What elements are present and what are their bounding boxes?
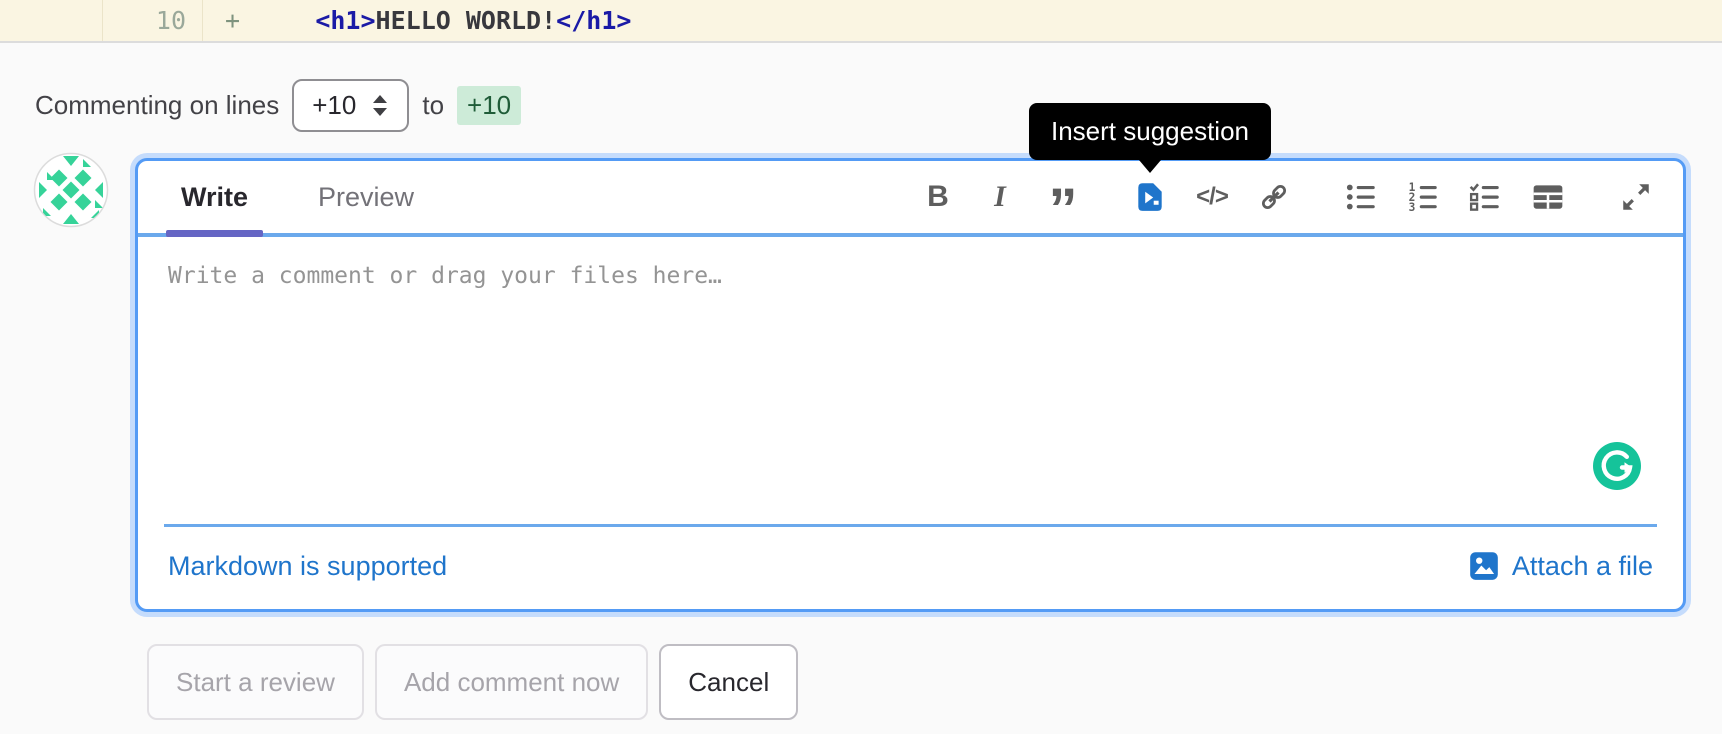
bold-button[interactable]: B bbox=[919, 178, 957, 216]
tab-preview-label: Preview bbox=[318, 181, 415, 212]
fullscreen-icon bbox=[1623, 184, 1649, 210]
new-line-number[interactable]: 10 bbox=[103, 0, 203, 41]
comment-actions: Start a review Add comment now Cancel bbox=[147, 644, 1722, 720]
tab-write[interactable]: Write bbox=[166, 161, 264, 237]
commenting-label: Commenting on lines bbox=[35, 90, 280, 120]
quote-button[interactable]: ” bbox=[1043, 177, 1081, 242]
comment-form-section: Commenting on lines +10 to +10 Write Pre… bbox=[0, 43, 1722, 734]
editor-tabs: Write Preview bbox=[166, 161, 429, 237]
task-list-button[interactable] bbox=[1467, 178, 1505, 216]
select-caret-icon bbox=[373, 95, 388, 116]
start-line-select[interactable]: +10 bbox=[292, 79, 410, 132]
table-button[interactable] bbox=[1529, 178, 1567, 216]
bulleted-list-button[interactable] bbox=[1343, 178, 1381, 216]
link-button[interactable] bbox=[1255, 178, 1293, 216]
comment-editor-row: Write Preview B I ” Insert suggestion </… bbox=[0, 103, 1722, 612]
attach-file-button[interactable]: Attach a file bbox=[1467, 549, 1653, 583]
svg-text:3: 3 bbox=[1409, 201, 1416, 214]
cancel-button[interactable]: Cancel bbox=[659, 644, 799, 720]
editor-body bbox=[138, 237, 1683, 524]
code-text: HELLO WORLD! bbox=[375, 6, 557, 35]
fullscreen-button[interactable] bbox=[1617, 178, 1655, 216]
bold-icon: B bbox=[927, 180, 949, 213]
editor-footer: Markdown is supported Attach a file bbox=[138, 527, 1683, 609]
link-icon bbox=[1261, 184, 1287, 210]
user-avatar bbox=[33, 152, 109, 228]
tooltip-arrow-icon bbox=[1138, 160, 1161, 173]
formatting-toolbar: B I ” Insert suggestion </> 1 2 3 bbox=[919, 103, 1655, 242]
task-list-icon bbox=[1469, 183, 1499, 211]
comment-editor: Write Preview B I ” Insert suggestion </… bbox=[135, 103, 1686, 612]
tooltip: Insert suggestion bbox=[1028, 103, 1272, 173]
code-open-tag: <h1> bbox=[315, 6, 376, 35]
italic-button[interactable]: I bbox=[981, 178, 1019, 216]
attach-file-label: Attach a file bbox=[1511, 550, 1653, 581]
diff-add-marker: + bbox=[225, 6, 241, 35]
code-close-tag: </h1> bbox=[556, 6, 632, 35]
bulleted-list-icon bbox=[1346, 184, 1375, 210]
end-line-badge: +10 bbox=[457, 86, 522, 125]
italic-icon: I bbox=[994, 180, 1006, 213]
commenting-range-row: Commenting on lines +10 to +10 bbox=[0, 43, 1722, 132]
tab-preview[interactable]: Preview bbox=[303, 161, 429, 233]
numbered-list-button[interactable]: 1 2 3 bbox=[1405, 178, 1443, 216]
numbered-list-icon: 1 2 3 bbox=[1409, 181, 1437, 214]
to-label: to bbox=[422, 90, 445, 120]
tooltip-text: Insert suggestion bbox=[1050, 116, 1250, 146]
tab-write-label: Write bbox=[181, 181, 249, 212]
quote-icon: ” bbox=[1048, 177, 1078, 242]
code-icon: </> bbox=[1196, 183, 1229, 210]
markdown-supported-link[interactable]: Markdown is supported bbox=[168, 551, 447, 582]
table-icon bbox=[1533, 185, 1563, 209]
start-review-button[interactable]: Start a review bbox=[147, 644, 364, 720]
insert-suggestion-icon bbox=[1138, 183, 1162, 211]
attach-image-icon bbox=[1470, 552, 1498, 580]
old-line-number-cell bbox=[0, 0, 103, 41]
code-button[interactable]: </> bbox=[1193, 178, 1231, 216]
diff-line: 10 + <h1>HELLO WORLD!</h1> bbox=[0, 0, 1722, 43]
editor-header: Write Preview B I ” Insert suggestion </… bbox=[138, 103, 1683, 242]
start-line-value: +10 bbox=[312, 90, 357, 120]
add-comment-now-button[interactable]: Add comment now bbox=[374, 644, 649, 720]
diff-code-content: + <h1>HELLO WORLD!</h1> bbox=[203, 0, 1722, 41]
insert-suggestion-button[interactable]: Insert suggestion bbox=[1028, 103, 1272, 216]
comment-textarea[interactable] bbox=[138, 237, 1683, 524]
grammarly-icon[interactable] bbox=[1593, 442, 1641, 490]
